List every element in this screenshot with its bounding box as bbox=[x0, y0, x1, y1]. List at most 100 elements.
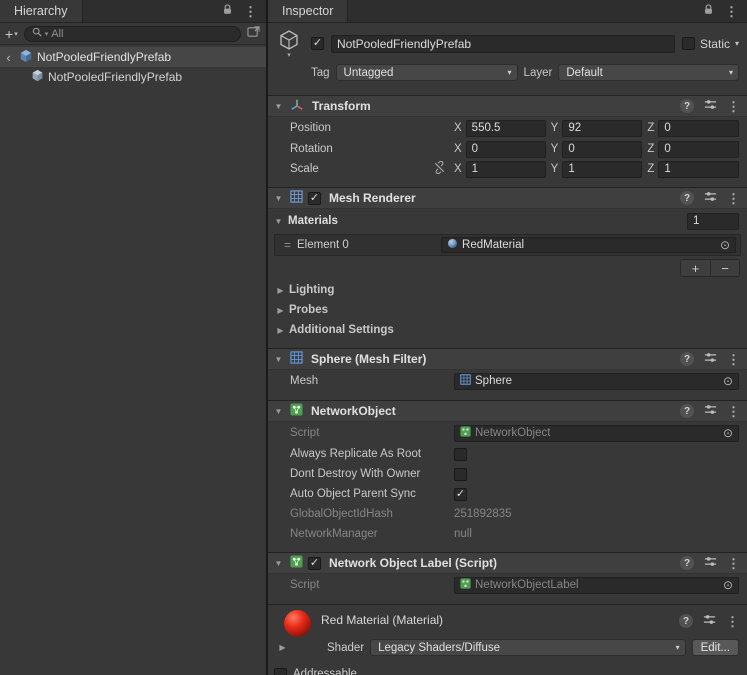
edit-shader-button[interactable]: Edit... bbox=[692, 639, 739, 656]
position-y-field[interactable]: 92 bbox=[562, 120, 642, 137]
foldout-icon[interactable]: ▼ bbox=[272, 407, 285, 416]
presets-icon[interactable] bbox=[704, 403, 717, 419]
presets-icon[interactable] bbox=[703, 613, 716, 629]
component-title: NetworkObject bbox=[311, 404, 396, 418]
position-z-field[interactable]: 0 bbox=[658, 120, 739, 137]
shader-dropdown[interactable]: Legacy Shaders/Diffuse ▾ bbox=[370, 639, 686, 656]
additional-settings-foldout[interactable]: ▶ Additional Settings bbox=[268, 320, 747, 340]
plus-icon: + bbox=[5, 26, 13, 42]
lock-icon[interactable] bbox=[703, 3, 714, 19]
rotation-x-field[interactable]: 0 bbox=[466, 141, 546, 158]
material-object-field[interactable]: RedMaterial ⊙ bbox=[441, 237, 736, 253]
header-icons: ? ⋮ bbox=[680, 555, 740, 571]
script-object-field[interactable]: NetworkObjectLabel ⊙ bbox=[454, 577, 739, 594]
kebab-menu-icon[interactable]: ⋮ bbox=[727, 100, 740, 113]
help-icon[interactable]: ? bbox=[680, 352, 694, 366]
axis-y-label: Y bbox=[551, 143, 559, 155]
addressable-checkbox[interactable]: ✓ bbox=[274, 668, 287, 675]
foldout-icon[interactable]: ▼ bbox=[272, 194, 285, 203]
network-object-icon bbox=[290, 403, 303, 419]
drag-handle-icon[interactable]: = bbox=[284, 239, 291, 251]
prefab-mode-header-row[interactable]: ‹ NotPooledFriendlyPrefab bbox=[0, 47, 266, 67]
lighting-foldout[interactable]: ▶ Lighting bbox=[268, 280, 747, 300]
foldout-icon[interactable]: ▼ bbox=[272, 355, 285, 364]
kebab-menu-icon[interactable]: ⋮ bbox=[725, 5, 738, 18]
presets-icon[interactable] bbox=[704, 98, 717, 114]
object-picker-icon[interactable]: ⊙ bbox=[720, 239, 730, 251]
prefab-back-icon[interactable]: ‹ bbox=[2, 51, 15, 64]
object-picker-icon[interactable]: ⊙ bbox=[723, 579, 733, 591]
lock-icon[interactable] bbox=[222, 3, 233, 19]
materials-count-field[interactable]: 1 bbox=[687, 213, 739, 230]
header-icons: ? ⋮ bbox=[680, 190, 740, 206]
help-icon[interactable]: ? bbox=[680, 191, 694, 205]
presets-icon[interactable] bbox=[704, 190, 717, 206]
tab-hierarchy[interactable]: Hierarchy bbox=[0, 0, 83, 22]
gameobject-name-field[interactable]: NotPooledFriendlyPrefab bbox=[331, 35, 675, 53]
search-options-icon[interactable] bbox=[247, 26, 260, 41]
probes-foldout[interactable]: ▶ Probes bbox=[268, 300, 747, 320]
rotation-z-field[interactable]: 0 bbox=[658, 141, 739, 158]
auto-parent-sync-checkbox[interactable]: ✓ bbox=[454, 488, 467, 501]
foldout-icon[interactable]: ▶ bbox=[276, 643, 289, 652]
script-label: Script bbox=[290, 427, 319, 439]
axis-z-label: Z bbox=[647, 163, 654, 175]
tree-item[interactable]: NotPooledFriendlyPrefab bbox=[0, 67, 266, 87]
kebab-menu-icon[interactable]: ⋮ bbox=[726, 615, 739, 628]
foldout-icon[interactable]: ▼ bbox=[272, 102, 285, 111]
script-icon bbox=[460, 578, 471, 592]
script-object-field[interactable]: NetworkObject ⊙ bbox=[454, 425, 739, 442]
component-enabled-checkbox[interactable]: ✓ bbox=[308, 192, 321, 205]
active-checkbox[interactable]: ✓ bbox=[311, 37, 324, 50]
object-picker-icon[interactable]: ⊙ bbox=[723, 427, 733, 439]
inspector-tabbar-icons: ⋮ bbox=[694, 0, 747, 22]
create-button[interactable]: + ▾ bbox=[5, 26, 18, 42]
unlinked-chain-icon[interactable] bbox=[433, 161, 446, 177]
object-picker-icon[interactable]: ⊙ bbox=[723, 375, 733, 387]
dont-destroy-checkbox[interactable]: ✓ bbox=[454, 468, 467, 481]
foldout-icon[interactable]: ▼ bbox=[272, 217, 285, 226]
script-icon bbox=[460, 426, 471, 440]
remove-element-button[interactable]: − bbox=[710, 260, 739, 276]
mesh-renderer-component-header: ▼ ✓ Mesh Renderer ? ⋮ bbox=[268, 187, 747, 209]
scale-y-field[interactable]: 1 bbox=[562, 161, 642, 178]
kebab-menu-icon[interactable]: ⋮ bbox=[727, 405, 740, 418]
scale-z-field[interactable]: 1 bbox=[658, 161, 739, 178]
always-replicate-checkbox[interactable]: ✓ bbox=[454, 448, 467, 461]
search-input[interactable]: ▾ All bbox=[24, 26, 241, 42]
foldout-icon[interactable]: ▼ bbox=[272, 559, 285, 568]
help-icon[interactable]: ? bbox=[680, 404, 694, 418]
tab-inspector[interactable]: Inspector bbox=[268, 0, 348, 22]
script-component-icon bbox=[290, 555, 303, 571]
tag-label: Tag bbox=[311, 67, 330, 79]
mesh-object-field[interactable]: Sphere ⊙ bbox=[454, 373, 739, 390]
scale-x-field[interactable]: 1 bbox=[466, 161, 546, 178]
static-dropdown-icon[interactable]: ▾ bbox=[735, 39, 739, 48]
prefab-cube-icon bbox=[19, 49, 33, 66]
rotation-y-field[interactable]: 0 bbox=[562, 141, 642, 158]
shader-row: ▶ Shader Legacy Shaders/Diffuse ▾ Edit..… bbox=[276, 639, 739, 656]
add-element-button[interactable]: + bbox=[681, 260, 710, 276]
static-label: Static bbox=[700, 37, 730, 51]
help-icon[interactable]: ? bbox=[679, 614, 693, 628]
static-checkbox[interactable]: ✓ bbox=[682, 37, 695, 50]
position-x-field[interactable]: 550.5 bbox=[466, 120, 546, 137]
tag-dropdown[interactable]: Untagged ▾ bbox=[336, 64, 518, 81]
gameobject-icon-button[interactable]: ▾ bbox=[274, 28, 304, 59]
layer-dropdown[interactable]: Default ▾ bbox=[558, 64, 739, 81]
transform-component-header: ▼ Transform ? ⋮ bbox=[268, 95, 747, 117]
hierarchy-tree: ‹ NotPooledFriendlyPrefab NotPooledFrien… bbox=[0, 45, 266, 675]
material-header-row: Red Material (Material) ? ⋮ bbox=[276, 610, 739, 637]
component-enabled-checkbox[interactable]: ✓ bbox=[308, 557, 321, 570]
tabbar-spacer bbox=[348, 0, 694, 22]
help-icon[interactable]: ? bbox=[680, 556, 694, 570]
presets-icon[interactable] bbox=[704, 351, 717, 367]
foldout-icon: ▶ bbox=[274, 306, 287, 315]
kebab-menu-icon[interactable]: ⋮ bbox=[727, 353, 740, 366]
kebab-menu-icon[interactable]: ⋮ bbox=[244, 5, 257, 18]
presets-icon[interactable] bbox=[704, 555, 717, 571]
help-icon[interactable]: ? bbox=[680, 99, 694, 113]
material-preview-sphere[interactable] bbox=[284, 610, 311, 637]
kebab-menu-icon[interactable]: ⋮ bbox=[727, 192, 740, 205]
kebab-menu-icon[interactable]: ⋮ bbox=[727, 557, 740, 570]
